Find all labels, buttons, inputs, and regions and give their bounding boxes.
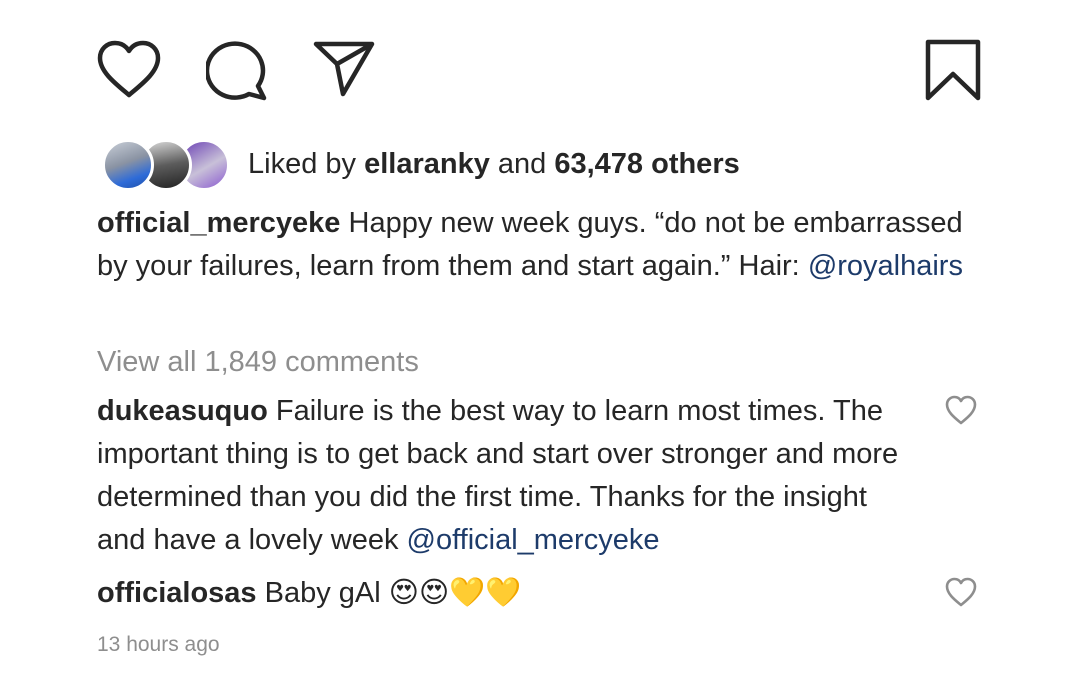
comment-username[interactable]: dukeasuquo xyxy=(97,395,268,427)
likes-conjunction: and xyxy=(489,147,555,180)
post-caption: official_mercyeke Happy new week guys. “… xyxy=(97,202,997,288)
view-all-comments-link[interactable]: View all 1,849 comments xyxy=(97,341,419,384)
comment: dukeasuquo Failure is the best way to le… xyxy=(97,390,917,562)
caption-username[interactable]: official_mercyeke xyxy=(97,207,340,239)
comment-text: Baby gAl xyxy=(256,577,389,609)
avatar xyxy=(102,139,154,191)
comment-mention[interactable]: @official_mercyeke xyxy=(407,524,660,556)
comment-emojis: 😍😍💛💛 xyxy=(388,577,522,609)
comment-username[interactable]: officialosas xyxy=(97,577,257,609)
liker-username[interactable]: ellaranky xyxy=(364,148,490,180)
likes-summary: Liked by ellaranky and 63,478 others xyxy=(248,148,740,181)
liker-avatars xyxy=(102,136,232,192)
comment-like-heart-icon[interactable] xyxy=(944,576,978,608)
comment-like-heart-icon[interactable] xyxy=(944,394,978,426)
bookmark-icon[interactable] xyxy=(924,38,982,102)
paper-plane-icon[interactable] xyxy=(312,38,376,98)
likes-prefix: Liked by xyxy=(248,147,365,180)
post-action-bar xyxy=(96,38,984,104)
post-timestamp: 13 hours ago xyxy=(97,633,220,656)
likes-count[interactable]: 63,478 others xyxy=(554,148,739,180)
heart-outline-icon[interactable] xyxy=(96,38,162,100)
likes-row[interactable]: Liked by ellaranky and 63,478 others xyxy=(102,136,740,192)
comment: officialosas Baby gAl 😍😍💛💛 xyxy=(97,572,917,615)
comment-bubble-icon[interactable] xyxy=(206,38,270,102)
caption-mention[interactable]: @royalhairs xyxy=(808,250,963,282)
